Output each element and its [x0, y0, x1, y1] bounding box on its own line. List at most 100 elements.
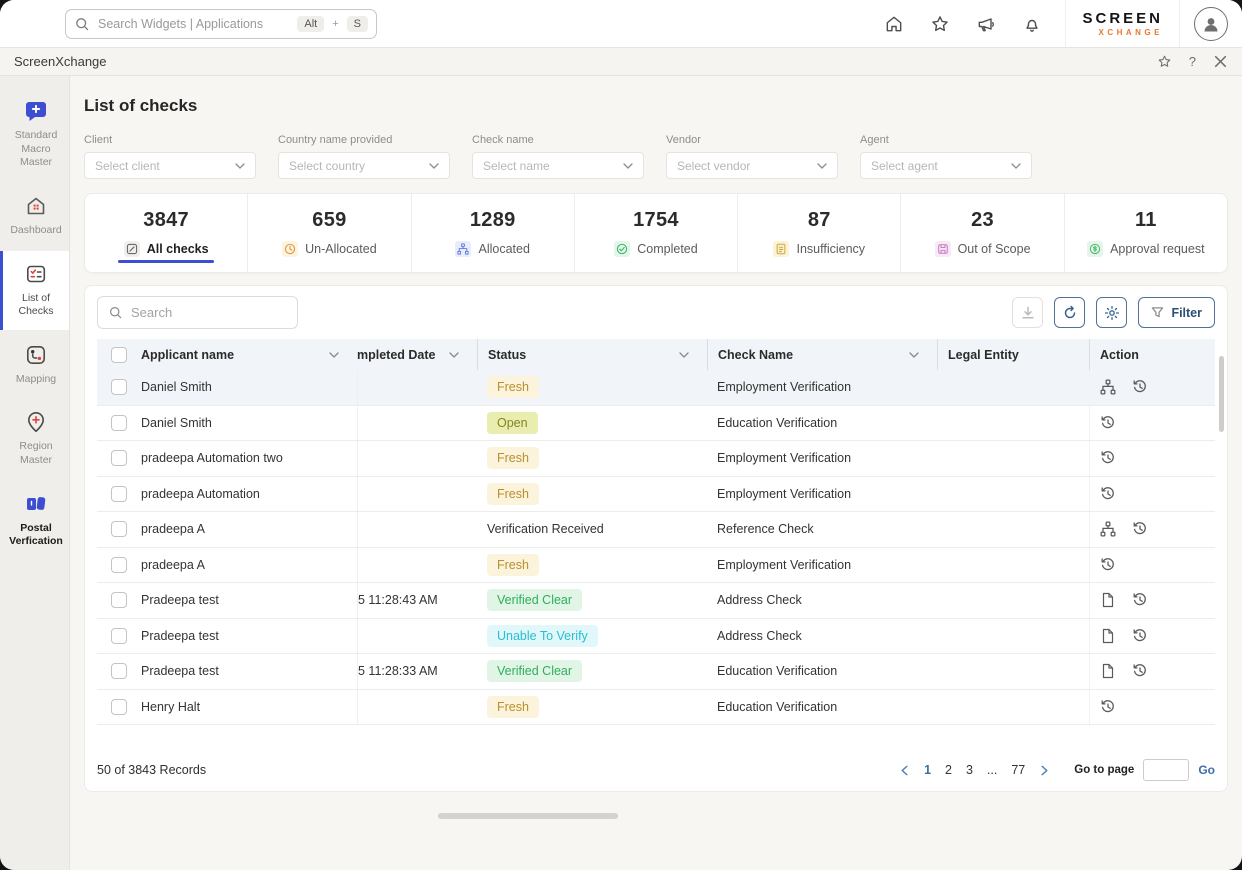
history-icon[interactable] — [1132, 628, 1148, 644]
legal-entity-cell — [937, 512, 1089, 547]
stat-tab-insufficiency[interactable]: 87Insufficiency — [738, 194, 901, 272]
history-icon[interactable] — [1100, 557, 1116, 573]
table-body: Daniel SmithFreshEmployment Verification… — [97, 370, 1215, 725]
applicant-name-cell: Daniel Smith — [141, 406, 357, 441]
table-row[interactable]: pradeepa Automation twoFreshEmployment V… — [97, 441, 1215, 477]
sidebar-item-mapping[interactable]: Mapping — [0, 332, 69, 398]
help-icon[interactable]: ? — [1189, 54, 1196, 69]
table-row[interactable]: Henry HaltFreshEducation Verification — [97, 690, 1215, 726]
table-row[interactable]: pradeepa AutomationFreshEmployment Verif… — [97, 477, 1215, 513]
filter-select-vendor[interactable]: Select vendor — [666, 152, 838, 179]
row-checkbox[interactable] — [111, 663, 127, 679]
row-checkbox[interactable] — [111, 699, 127, 715]
stat-tab-allocated[interactable]: 1289Allocated — [412, 194, 575, 272]
stat-value: 23 — [971, 209, 994, 232]
table-row[interactable]: Pradeepa testUnable To VerifyAddress Che… — [97, 619, 1215, 655]
row-checkbox[interactable] — [111, 379, 127, 395]
chevron-down-icon — [1011, 163, 1021, 169]
column-header-mpleted-date[interactable]: mpleted Date — [357, 339, 477, 370]
prev-page-icon[interactable] — [899, 765, 910, 776]
top-bar: Search Widgets | Applications Alt + S SC… — [0, 0, 1242, 48]
settings-button[interactable] — [1096, 297, 1127, 328]
status-cell: Verified Clear — [477, 654, 707, 689]
page-number-2[interactable]: 2 — [945, 763, 952, 777]
doc-icon[interactable] — [1100, 663, 1116, 679]
sidebar-item-dashboard[interactable]: Dashboard — [0, 183, 69, 249]
column-header-status[interactable]: Status — [477, 339, 707, 370]
user-avatar[interactable] — [1194, 7, 1228, 41]
topbar-right: SCREEN XCHANGE — [871, 0, 1242, 47]
macro-chat-icon — [24, 99, 48, 123]
history-icon[interactable] — [1132, 592, 1148, 608]
page-number-77[interactable]: 77 — [1011, 763, 1025, 777]
vertical-scrollbar[interactable] — [1219, 356, 1224, 432]
global-search-input[interactable]: Search Widgets | Applications Alt + S — [65, 9, 377, 39]
history-icon[interactable] — [1132, 379, 1148, 395]
sidebar-item-postal-verfication[interactable]: Postal Verfication — [0, 481, 69, 560]
row-checkbox[interactable] — [111, 521, 127, 537]
next-page-icon[interactable] — [1039, 765, 1050, 776]
sidebar-item-standard-macro-master[interactable]: Standard Macro Master — [0, 88, 69, 181]
sort-chevron-icon — [329, 352, 339, 358]
stat-tab-completed[interactable]: 1754Completed — [575, 194, 738, 272]
row-checkbox[interactable] — [111, 415, 127, 431]
stat-value: 3847 — [143, 209, 189, 232]
bell-icon[interactable] — [1022, 14, 1042, 34]
goto-page-input[interactable] — [1143, 759, 1189, 781]
stat-tab-out-of-scope[interactable]: 23Out of Scope — [901, 194, 1064, 272]
tree-icon[interactable] — [1100, 521, 1116, 537]
refresh-button[interactable] — [1054, 297, 1085, 328]
row-checkbox[interactable] — [111, 486, 127, 502]
row-checkbox[interactable] — [111, 557, 127, 573]
filter-select-client[interactable]: Select client — [84, 152, 256, 179]
history-icon[interactable] — [1100, 450, 1116, 466]
table-row[interactable]: Daniel SmithFreshEmployment Verification — [97, 370, 1215, 406]
filter-select-agent[interactable]: Select agent — [860, 152, 1032, 179]
filter-label: Client — [84, 134, 256, 146]
filter-button[interactable]: Filter — [1138, 297, 1215, 328]
column-header-applicant-name[interactable]: Applicant name — [141, 339, 357, 370]
column-header-check-name[interactable]: Check Name — [707, 339, 937, 370]
doc-icon[interactable] — [1100, 628, 1116, 644]
completed-date-cell — [357, 477, 477, 512]
row-checkbox[interactable] — [111, 450, 127, 466]
row-checkbox[interactable] — [111, 628, 127, 644]
history-icon[interactable] — [1100, 486, 1116, 502]
history-icon[interactable] — [1132, 521, 1148, 537]
select-all-checkbox[interactable] — [111, 347, 127, 363]
doc-icon[interactable] — [1100, 592, 1116, 608]
stat-tab-approval-request[interactable]: 11Approval request — [1065, 194, 1227, 272]
page-number-3[interactable]: 3 — [966, 763, 973, 777]
stat-tab-un-allocated[interactable]: 659Un-Allocated — [248, 194, 411, 272]
table-row[interactable]: Daniel SmithOpenEducation Verification — [97, 406, 1215, 442]
horizontal-scrollbar[interactable] — [438, 813, 618, 819]
goto-page: Go to page Go — [1074, 759, 1215, 781]
table-row[interactable]: Pradeepa test5 11:28:43 AMVerified Clear… — [97, 583, 1215, 619]
table-row[interactable]: pradeepa AFreshEmployment Verification — [97, 548, 1215, 584]
megaphone-icon[interactable] — [976, 14, 996, 34]
table-row[interactable]: Pradeepa test5 11:28:33 AMVerified Clear… — [97, 654, 1215, 690]
close-icon[interactable] — [1213, 54, 1228, 69]
stat-tab-all-checks[interactable]: 3847All checks — [85, 194, 248, 272]
sidebar-item-list-of-checks[interactable]: List of Checks — [0, 251, 69, 330]
window-bar-icons: ? — [1157, 54, 1228, 69]
filter-select-check-name[interactable]: Select name — [472, 152, 644, 179]
history-icon[interactable] — [1132, 663, 1148, 679]
row-checkbox[interactable] — [111, 592, 127, 608]
filter-select-country-name-provided[interactable]: Select country — [278, 152, 450, 179]
table-search-input[interactable] — [131, 305, 287, 320]
favorite-star-icon[interactable] — [1157, 54, 1172, 69]
history-icon[interactable] — [1100, 699, 1116, 715]
home-icon[interactable] — [884, 14, 904, 34]
column-label: Applicant name — [141, 348, 329, 362]
page-number-1[interactable]: 1 — [924, 763, 931, 777]
table-card: Filter Applicant name mpleted DateStatusC… — [84, 285, 1228, 792]
table-row[interactable]: pradeepa AVerification ReceivedReference… — [97, 512, 1215, 548]
sidebar-item-region-master[interactable]: Region Master — [0, 399, 69, 478]
row-checkbox-cell — [97, 690, 141, 725]
row-checkbox-cell — [97, 370, 141, 405]
star-icon[interactable] — [930, 14, 950, 34]
go-button[interactable]: Go — [1198, 763, 1215, 777]
tree-icon[interactable] — [1100, 379, 1116, 395]
history-icon[interactable] — [1100, 415, 1116, 431]
